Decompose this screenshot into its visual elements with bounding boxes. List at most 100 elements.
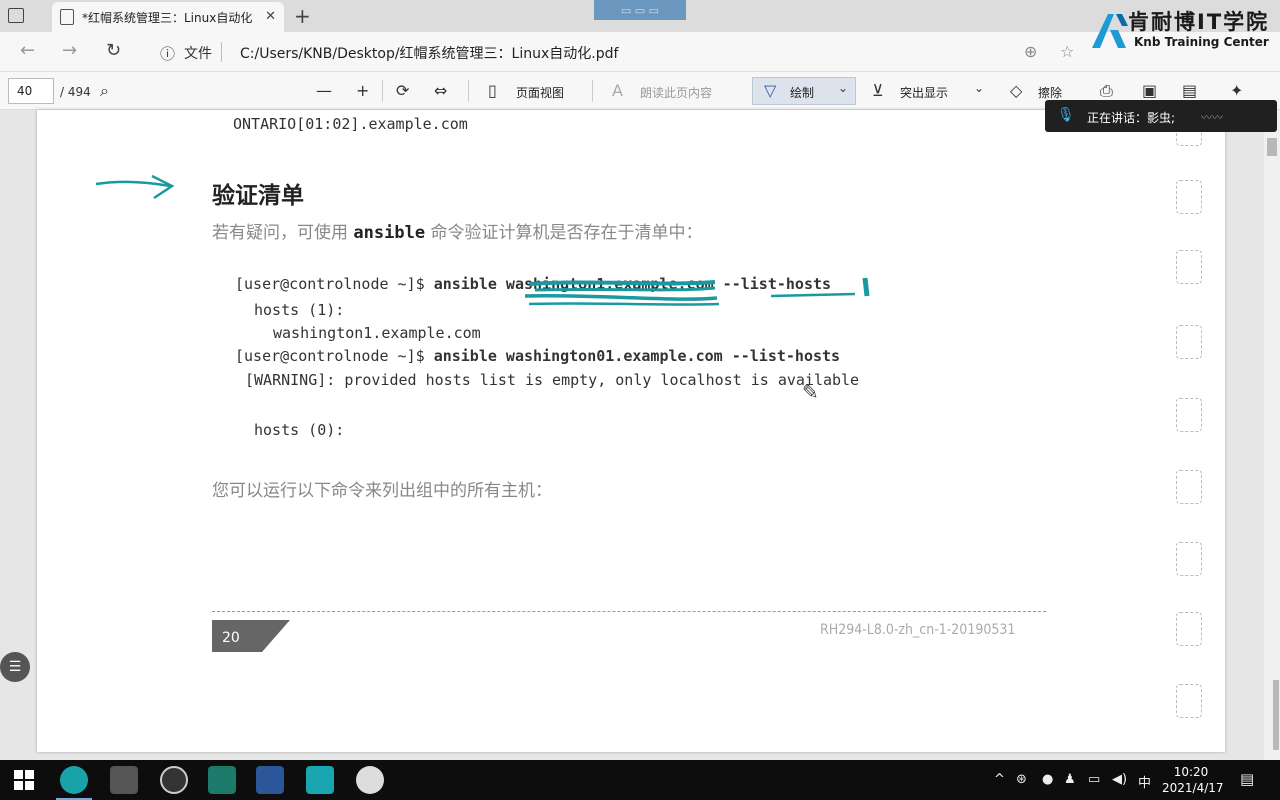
- speaker-text: 正在讲话：影虫;: [1087, 111, 1176, 125]
- recording-overlay: ▭ ▭ ▭: [594, 0, 686, 20]
- highlight-button[interactable]: 突出显示: [900, 84, 948, 101]
- tray-app-icon[interactable]: ⊛: [1016, 772, 1027, 787]
- draw-pen-icon: ▽: [764, 81, 777, 100]
- close-tab-icon[interactable]: ✕: [265, 9, 276, 24]
- page-thumbnail[interactable]: [1176, 542, 1202, 576]
- search-icon[interactable]: ⌕: [100, 81, 109, 101]
- section-heading: 验证清单: [212, 183, 304, 209]
- screen-capture-icon[interactable]: [208, 766, 236, 794]
- page-thumbnail[interactable]: [1176, 180, 1202, 214]
- zoom-icon[interactable]: ⊕: [1024, 42, 1037, 61]
- pin-icon[interactable]: ✦: [1230, 81, 1243, 100]
- edge-browser-icon[interactable]: [60, 766, 88, 794]
- logo-cn-text: 肯耐博IT学院: [1128, 10, 1270, 34]
- address-url[interactable]: C:/Users/KNB/Desktop/红帽系统管理三：Linux自动化.pd…: [240, 43, 618, 63]
- floating-menu-icon[interactable]: ☰: [0, 652, 30, 682]
- clock-time: 10:20: [1173, 765, 1209, 779]
- forward-button[interactable]: →: [62, 40, 77, 61]
- code-prompt: [user@controlnode ~]$: [235, 275, 434, 293]
- scrollbar[interactable]: [1264, 110, 1280, 760]
- page-total: / 494: [60, 85, 91, 99]
- tray-chevron-icon[interactable]: ^: [994, 772, 1005, 787]
- page-thumbnail[interactable]: [1176, 684, 1202, 718]
- speaker-popup: 🎙 正在讲话：影虫; 〰〰: [1045, 100, 1277, 132]
- volume-icon[interactable]: ◀): [1112, 772, 1127, 787]
- favorite-icon[interactable]: ☆: [1060, 42, 1074, 61]
- print-icon[interactable]: ⎙: [1100, 81, 1113, 101]
- toolbar-divider: [382, 80, 383, 102]
- highlight-icon[interactable]: ⊻: [872, 81, 884, 100]
- recorder-icon[interactable]: [160, 766, 188, 794]
- code-warning: [WARNING]: provided hosts list is empty,…: [245, 371, 860, 389]
- notification-icon[interactable]: ▤: [1240, 770, 1254, 788]
- address-label: 文件: [184, 46, 212, 62]
- page-thumbnail[interactable]: [1176, 250, 1202, 284]
- app-icon[interactable]: [356, 766, 384, 794]
- network-icon[interactable]: ▭: [1088, 772, 1100, 787]
- logo-mark-icon: [1092, 14, 1128, 48]
- toolbar-divider: [592, 80, 593, 102]
- code-line-2: [user@controlnode ~]$ ansible washington…: [235, 347, 840, 365]
- scrollbar-thumb[interactable]: [1267, 138, 1277, 156]
- erase-button[interactable]: 擦除: [1038, 84, 1062, 101]
- ime-indicator[interactable]: 中: [1138, 772, 1151, 791]
- pen-cursor-icon: ✎: [802, 380, 819, 404]
- eraser-icon[interactable]: ◇: [1010, 81, 1022, 100]
- save-icon[interactable]: ▣: [1142, 81, 1157, 100]
- scrollbar-thumb[interactable]: [1273, 680, 1279, 750]
- save-as-icon[interactable]: ▤: [1182, 81, 1197, 100]
- code-hosts-1: hosts (1):: [254, 301, 345, 319]
- back-button[interactable]: ←: [20, 40, 35, 61]
- footer-code: RH294-L8.0-zh_cn-1-20190531: [820, 622, 1016, 638]
- rotate-icon[interactable]: ⟳: [396, 81, 409, 100]
- read-aloud-button[interactable]: 朗读此页内容: [640, 84, 712, 101]
- refresh-button[interactable]: ↻: [106, 40, 121, 61]
- page-thumbnail[interactable]: [1176, 398, 1202, 432]
- app-icon[interactable]: [110, 766, 138, 794]
- intro-text-after: 命令验证计算机是否存在于清单中：: [425, 223, 703, 243]
- page-thumbnail[interactable]: [1176, 612, 1202, 646]
- list-hosts-paragraph: 您可以运行以下命令来列出组中的所有主机：: [212, 481, 552, 501]
- new-tab-button[interactable]: +: [294, 4, 311, 28]
- clock[interactable]: 10:20 2021/4/17: [1162, 764, 1224, 796]
- tray-mic-icon[interactable]: ●: [1042, 772, 1053, 787]
- page-view-icon[interactable]: ▯: [488, 81, 497, 100]
- page-thumbnail[interactable]: [1176, 325, 1202, 359]
- clock-date: 2021/4/17: [1162, 781, 1224, 795]
- app-icon[interactable]: [306, 766, 334, 794]
- toolbar-divider: [468, 80, 469, 102]
- browser-tab[interactable]: *红帽系统管理三：Linux自动化.p ✕: [52, 2, 284, 32]
- read-aloud-icon[interactable]: A: [612, 81, 623, 100]
- fit-page-icon[interactable]: ⇔: [434, 81, 447, 100]
- zoom-in-icon[interactable]: +: [356, 81, 369, 100]
- ink-annotation: [524, 277, 870, 306]
- page-number-input[interactable]: 40: [8, 78, 54, 104]
- arrow-annotation-icon: [95, 174, 175, 200]
- code-hosts-2: hosts (0):: [254, 421, 345, 439]
- chevron-down-icon[interactable]: ⌄: [838, 81, 848, 95]
- tray-user-icon[interactable]: ♟: [1064, 772, 1076, 787]
- page-view-button[interactable]: 页面视图: [516, 84, 564, 101]
- footer-page-number: 20: [222, 630, 240, 646]
- microphone-icon: 🎙: [1057, 107, 1075, 123]
- logo-en-text: Knb Training Center: [1134, 35, 1269, 49]
- chevron-down-icon[interactable]: ⌄: [974, 81, 984, 95]
- code-command: ansible washington01.example.com --list-…: [433, 347, 841, 365]
- zoom-out-icon[interactable]: —: [316, 81, 332, 100]
- pdf-file-icon: [60, 9, 74, 25]
- windows-start-icon[interactable]: [14, 770, 34, 790]
- info-icon[interactable]: ⓘ: [160, 43, 175, 64]
- code-prompt: [user@controlnode ~]$: [235, 347, 434, 365]
- audio-wave-icon: 〰〰: [1201, 111, 1223, 124]
- intro-text-before: 若有疑问，可使用: [212, 223, 354, 243]
- word-icon[interactable]: [256, 766, 284, 794]
- intro-command: ansible: [353, 223, 426, 243]
- tab-title: *红帽系统管理三：Linux自动化.p: [82, 10, 252, 25]
- code-host-value: washington1.example.com: [273, 324, 481, 342]
- address-divider: [221, 42, 222, 62]
- draw-label: 绘制: [790, 86, 815, 100]
- top-code-line: ONTARIO[01:02].example.com: [233, 115, 468, 133]
- page-thumbnail[interactable]: [1176, 470, 1202, 504]
- footer-rule: [212, 611, 1046, 612]
- window-menu-icon[interactable]: [8, 8, 24, 23]
